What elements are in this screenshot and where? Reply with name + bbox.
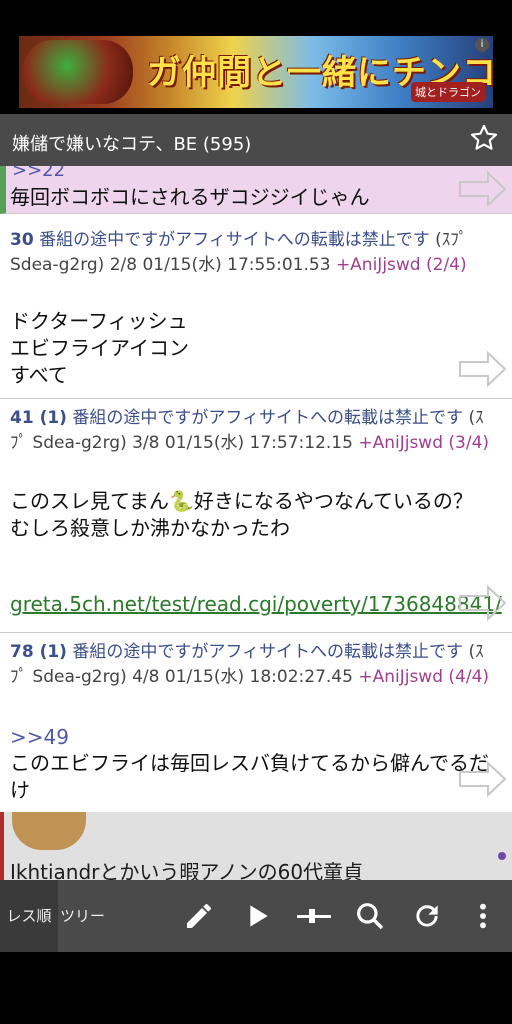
forward-arrow-icon[interactable] bbox=[458, 760, 508, 798]
system-nav-bar bbox=[0, 952, 512, 1024]
forward-arrow-icon[interactable] bbox=[458, 584, 508, 622]
thread-link[interactable]: greta.5ch.net/test/read.cgi/poverty/1736… bbox=[10, 592, 502, 616]
post-author: 番組の途中ですがアフィサイトへの転載は禁止です bbox=[39, 230, 430, 250]
post-header: 41 (1) 番組の途中ですがアフィサイトへの転載は禁止です (ｽﾌﾟ Sdea… bbox=[10, 406, 496, 456]
post-id[interactable]: +AniJjswd (2/4) bbox=[336, 255, 467, 275]
slider-icon[interactable] bbox=[296, 900, 332, 932]
post-number[interactable]: 30 bbox=[10, 230, 34, 250]
post-body: 毎回ボコボコにされるザコジジイじゃん bbox=[10, 185, 370, 209]
refresh-icon[interactable] bbox=[411, 900, 443, 932]
post-author: 番組の途中ですがアフィサイトへの転載は禁止です bbox=[72, 408, 464, 428]
ad-dragon-image bbox=[23, 40, 133, 104]
post-number[interactable]: 78 (1) bbox=[10, 642, 67, 662]
tree-tab[interactable]: ツリー bbox=[58, 880, 122, 952]
bottom-toolbar: レス順 ツリー bbox=[0, 880, 512, 952]
more-vert-icon[interactable] bbox=[467, 900, 499, 932]
post-number[interactable]: 41 (1) bbox=[10, 408, 67, 428]
post-id[interactable]: +AniJjswd (4/4) bbox=[358, 667, 489, 687]
play-icon[interactable] bbox=[241, 900, 273, 932]
highlighted-post[interactable]: >>22 毎回ボコボコにされるザコジジイじゃん bbox=[0, 166, 512, 214]
post-body: このエビフライは毎回レスバ負けてるから僻んでるだけ bbox=[10, 751, 489, 802]
post-header: 30 番組の途中ですがアフィサイトへの転載は禁止です (ｽﾌﾟ Sdea-g2r… bbox=[10, 228, 500, 278]
post-item[interactable]: 41 (1) 番組の途中ですがアフィサイトへの転載は禁止です (ｽﾌﾟ Sdea… bbox=[0, 398, 512, 633]
post-item[interactable]: 30 番組の途中ですがアフィサイトへの転載は禁止です (ｽﾌﾟ Sdea-g2r… bbox=[0, 214, 512, 399]
ad-info-icon[interactable]: i bbox=[475, 38, 489, 52]
post-author: 番組の途中ですがアフィサイトへの転載は禁止です bbox=[72, 642, 464, 662]
search-icon[interactable] bbox=[354, 900, 386, 932]
ad-logo: 城とドラゴン bbox=[411, 82, 485, 102]
post-header: 78 (1) 番組の途中ですがアフィサイトへの転載は禁止です (ｽﾌﾟ Sdea… bbox=[10, 640, 496, 690]
post-list[interactable]: >>22 毎回ボコボコにされるザコジジイじゃん 30 番組の途中ですがアフィサイ… bbox=[0, 166, 512, 880]
forward-arrow-icon[interactable] bbox=[458, 350, 508, 388]
star-outline-icon[interactable] bbox=[468, 122, 500, 154]
ad-banner[interactable]: ガ仲間と一緒にチンコバトル! i 城とドラゴン bbox=[19, 36, 493, 108]
post-id[interactable]: +AniJjswd (3/4) bbox=[358, 433, 489, 453]
thread-title: 嫌儲で嫌いなコテ、BE (595) bbox=[12, 134, 252, 155]
post-body: ドクターフィッシュ エビフライアイコン すべて bbox=[10, 309, 189, 387]
post-body: このスレ見てまん🐍好きになるやつなんているの？ むしろ殺意しか沸かなかったわ bbox=[10, 489, 473, 540]
dim-overlay bbox=[0, 812, 512, 880]
app-bar: 嫌儲で嫌いなコテ、BE (595) bbox=[0, 114, 512, 166]
post-item[interactable]: 78 (1) 番組の途中ですがアフィサイトへの転載は禁止です (ｽﾌﾟ Sdea… bbox=[0, 632, 512, 813]
anchor-link[interactable]: >>49 bbox=[10, 724, 69, 751]
forward-arrow-icon[interactable] bbox=[458, 170, 508, 208]
pencil-icon[interactable] bbox=[183, 900, 215, 932]
status-bar bbox=[0, 0, 512, 28]
anchor-link[interactable]: >>22 bbox=[12, 166, 65, 181]
order-tab[interactable]: レス順 bbox=[0, 880, 58, 952]
